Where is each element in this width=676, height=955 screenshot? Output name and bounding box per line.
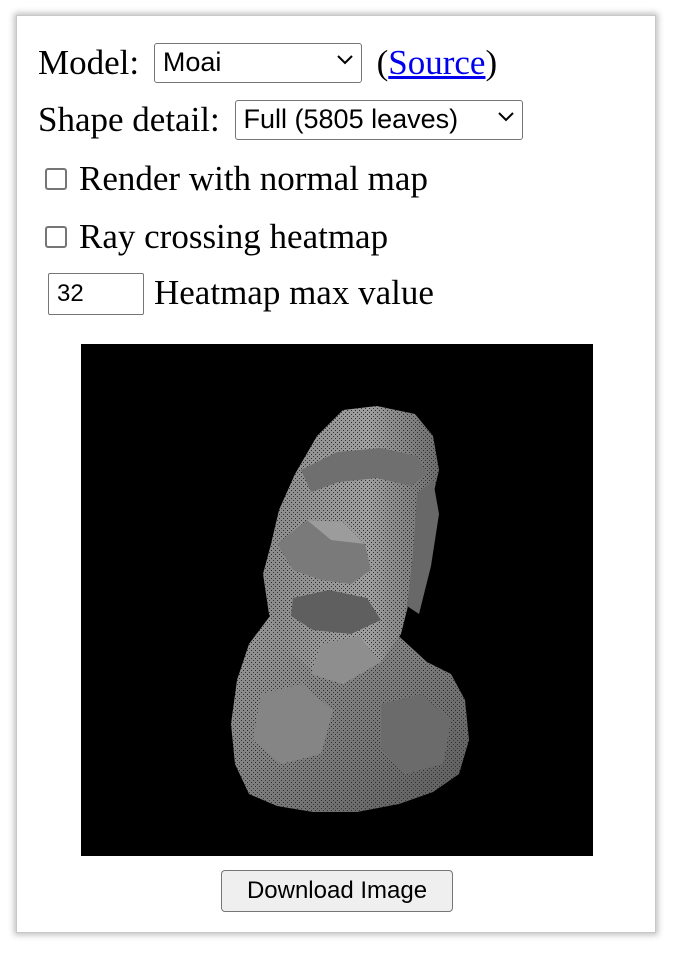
heatmap-checkbox[interactable]: [45, 225, 67, 248]
panel: Model: Moai (Source) Shape detail: Full …: [16, 15, 656, 933]
detail-label: Shape detail:: [38, 100, 220, 139]
source-paren-close: ): [485, 43, 498, 82]
model-select[interactable]: Moai: [153, 43, 362, 83]
source-paren-open: (: [376, 43, 389, 82]
heatmap-max-label: Heatmap max value: [154, 273, 434, 312]
model-select-value: Moai: [162, 47, 222, 77]
normal-map-label: Render with normal map: [79, 159, 428, 198]
source-link[interactable]: Source: [388, 43, 485, 82]
model-label: Model:: [38, 43, 140, 82]
heatmap-row: Ray crossing heatmap: [45, 217, 388, 257]
heatmap-label: Ray crossing heatmap: [79, 217, 389, 256]
download-image-button[interactable]: Download Image: [221, 870, 453, 912]
model-row: Model: Moai (Source): [38, 43, 497, 83]
detail-select-value: Full (5805 leaves): [243, 104, 459, 134]
normal-map-row: Render with normal map: [45, 159, 428, 199]
heatmap-max-row: 32 Heatmap max value: [48, 273, 434, 315]
detail-row: Shape detail: Full (5805 leaves): [38, 100, 523, 140]
heatmap-max-input[interactable]: 32: [48, 273, 144, 315]
render-canvas: [81, 344, 593, 856]
normal-map-checkbox[interactable]: [45, 167, 67, 190]
chevron-down-icon: [497, 112, 514, 122]
moai-render-image: [231, 406, 469, 812]
detail-select[interactable]: Full (5805 leaves): [234, 100, 523, 140]
chevron-down-icon: [337, 55, 353, 65]
